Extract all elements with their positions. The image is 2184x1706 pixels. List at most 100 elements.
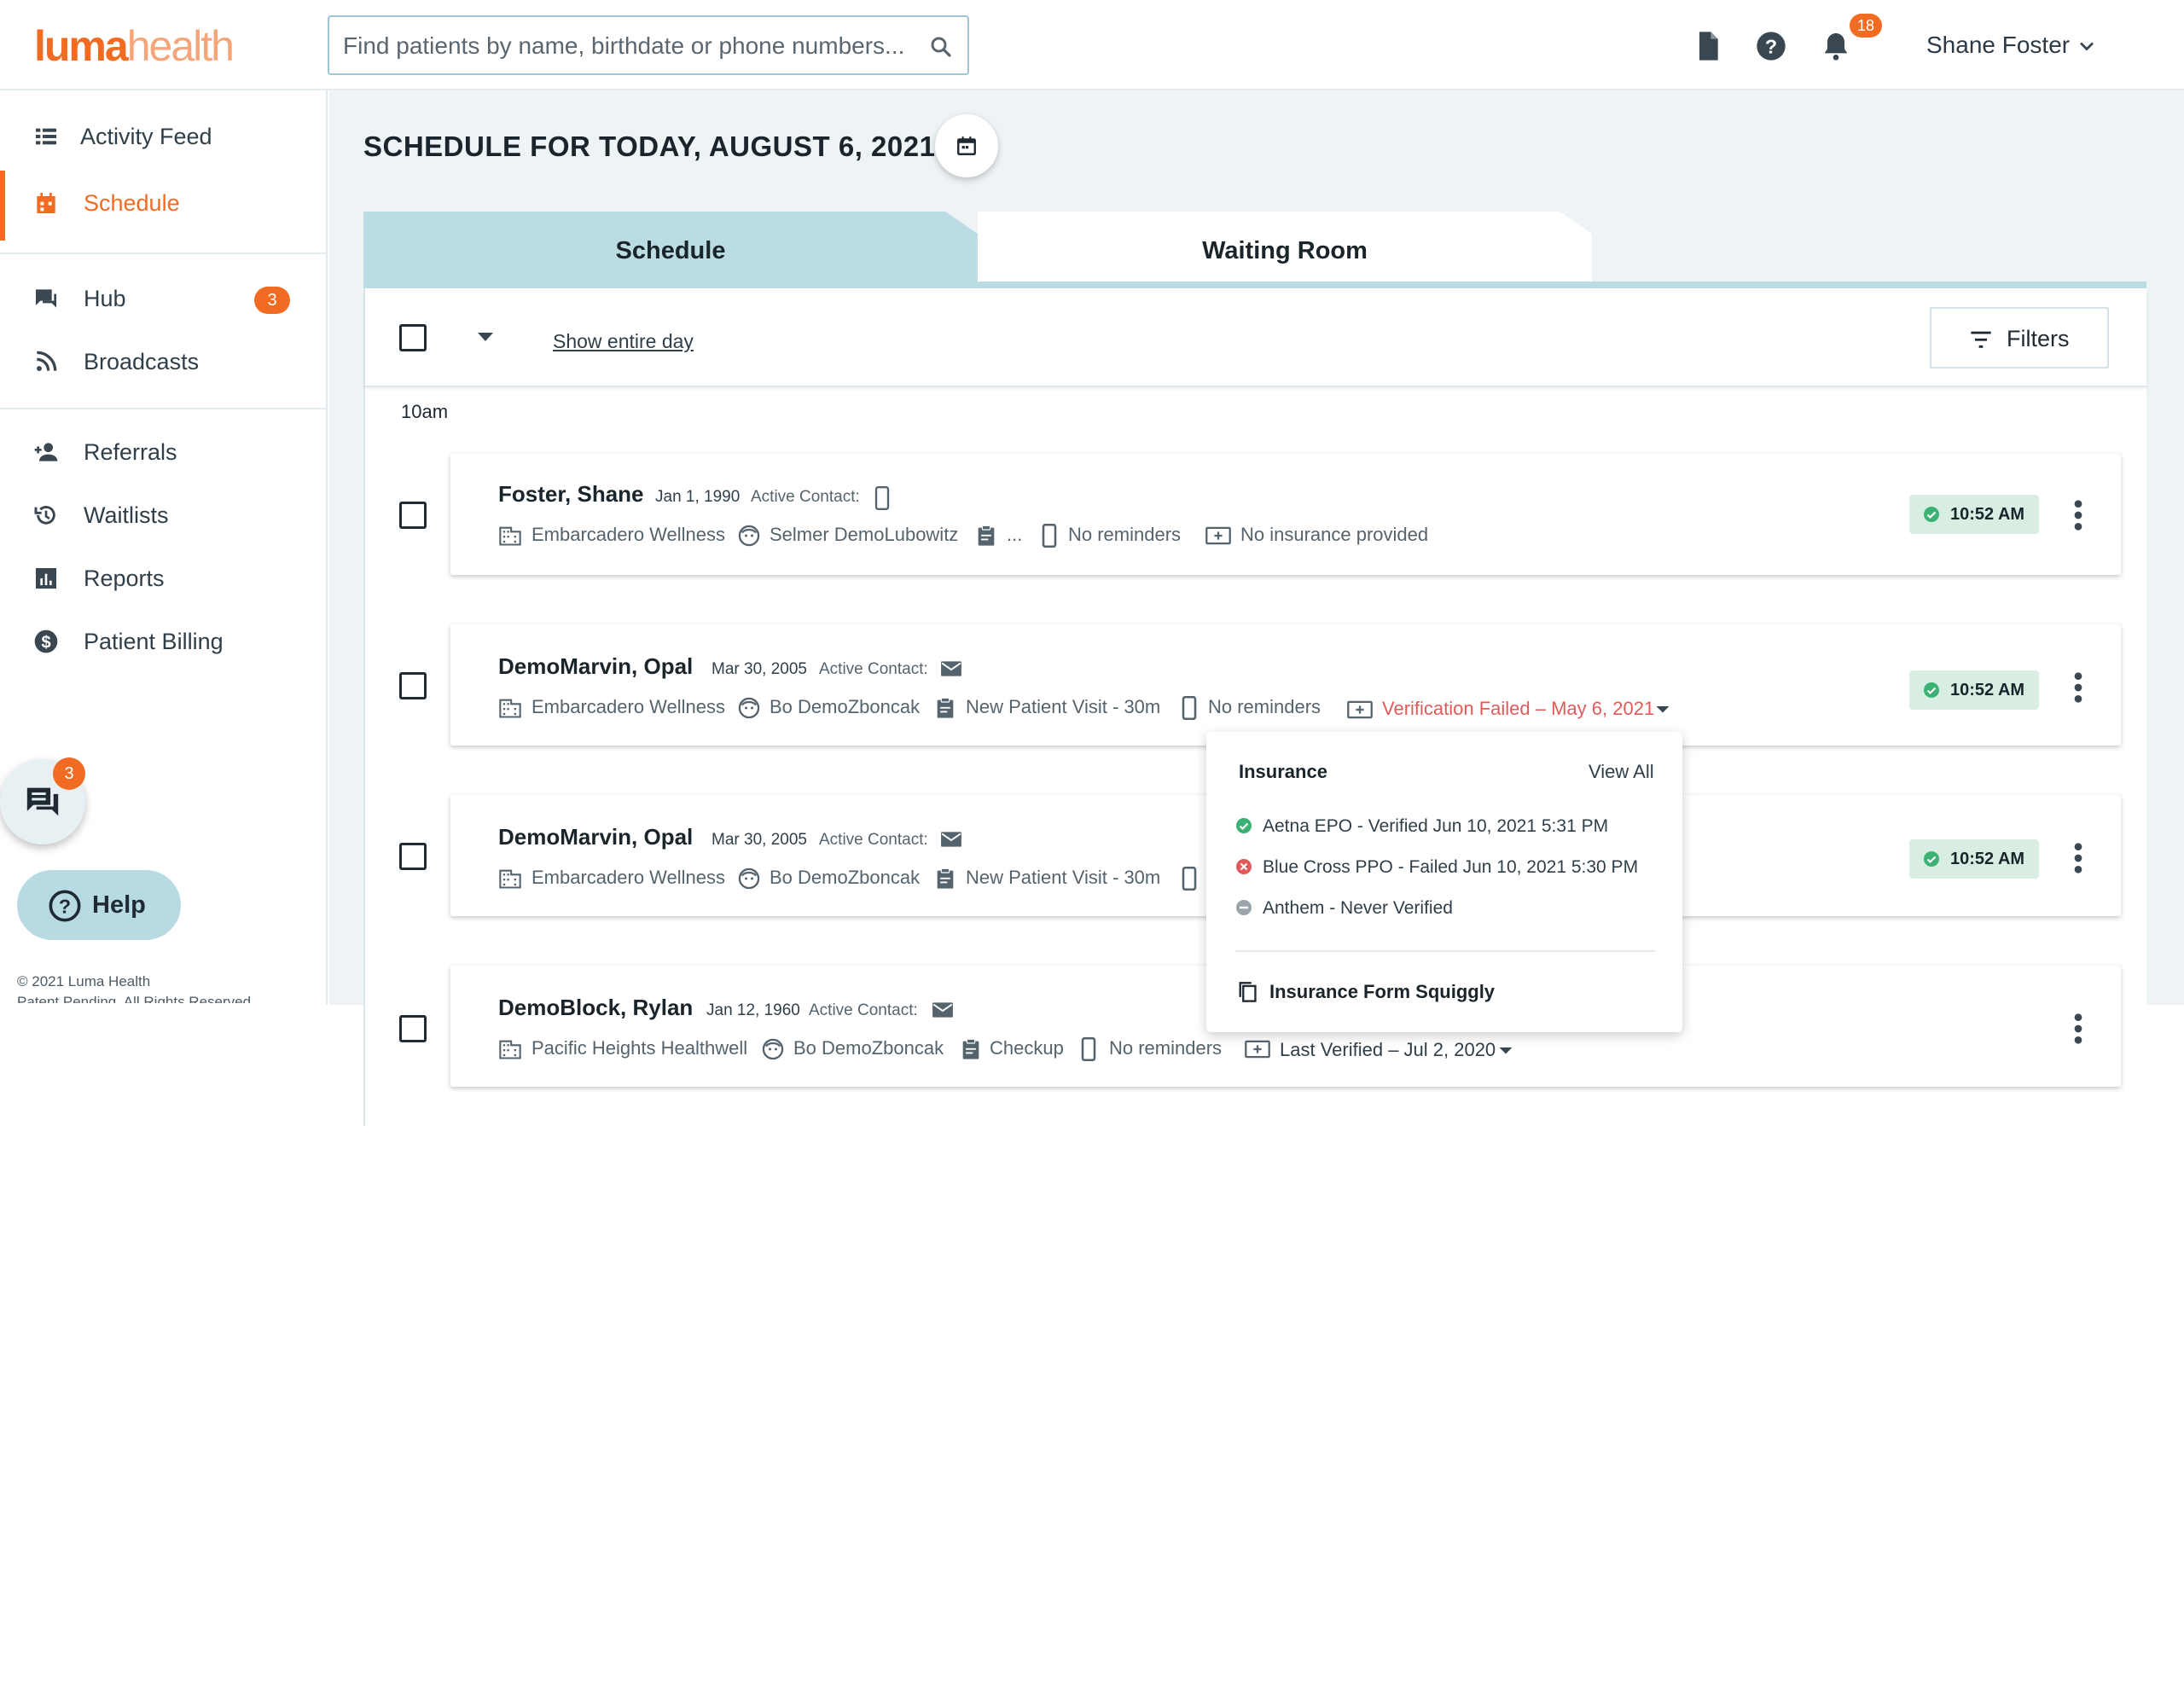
- verified-icon: [1236, 818, 1252, 833]
- appointment-card[interactable]: [450, 454, 2121, 575]
- check-circle-icon: [1924, 507, 1939, 522]
- more-options-icon[interactable]: [2068, 1012, 2088, 1046]
- logo-text-health: health: [126, 22, 235, 70]
- sidebar-item-broadcasts[interactable]: Broadcasts: [0, 329, 328, 391]
- visit-type: ...: [1007, 524, 1023, 545]
- patient-name[interactable]: DemoMarvin, Opal: [498, 822, 693, 851]
- bulk-actions-dropdown[interactable]: [478, 333, 493, 341]
- reminders-status: No reminders: [1068, 524, 1182, 545]
- user-menu-name[interactable]: Shane Foster: [1926, 29, 2070, 61]
- sidebar-item-patient-billing[interactable]: $ Patient Billing: [0, 609, 328, 670]
- insurance-item[interactable]: Anthem - Never Verified: [1263, 896, 1453, 921]
- provider-name: Bo DemoZboncak: [770, 867, 921, 888]
- insurance-status[interactable]: Last Verified – Jul 2, 2020: [1280, 1037, 1496, 1063]
- sidebar-item-label: Schedule: [84, 190, 180, 216]
- appointment-checkbox[interactable]: [399, 672, 427, 699]
- help-icon[interactable]: ?: [1754, 29, 1788, 63]
- appointment-checkbox[interactable]: [399, 1015, 427, 1042]
- appointment-checkbox[interactable]: [399, 502, 427, 529]
- help-label: Help: [92, 891, 146, 919]
- insurance-card-icon: [1347, 700, 1373, 719]
- sidebar-item-hub[interactable]: Hub 3: [0, 266, 328, 328]
- hub-badge: 3: [254, 287, 290, 314]
- check-circle-icon: [1924, 851, 1939, 867]
- filters-label: Filters: [2007, 326, 2070, 351]
- check-in-time-pill[interactable]: 10:52 AM: [1909, 670, 2039, 710]
- filters-button[interactable]: Filters: [1930, 307, 2109, 368]
- sidebar-item-waitlists[interactable]: Waitlists: [0, 483, 328, 544]
- reminders-status: No reminders: [1208, 696, 1321, 717]
- show-entire-day-link[interactable]: Show entire day: [553, 328, 694, 355]
- dollar-icon: $: [34, 630, 58, 653]
- active-contact-label: Active Contact:: [809, 1001, 918, 1019]
- provider-name: Bo DemoZboncak: [793, 1037, 944, 1059]
- svg-text:$: $: [41, 633, 50, 652]
- insurance-form-link[interactable]: Insurance Form Squiggly: [1269, 979, 1495, 1005]
- facility-name: Pacific Heights Healthwell: [531, 1037, 748, 1059]
- luma-health-logo[interactable]: lumahealth: [34, 22, 235, 70]
- more-options-icon[interactable]: [2068, 498, 2088, 532]
- check-in-time-pill[interactable]: 10:52 AM: [1909, 839, 2039, 879]
- appointment-checkbox[interactable]: [399, 843, 427, 870]
- active-contact-label: Active Contact:: [819, 660, 928, 678]
- never-verified-icon: [1236, 900, 1252, 915]
- patient-name[interactable]: Foster, Shane: [498, 479, 644, 508]
- document-icon[interactable]: [1691, 29, 1725, 63]
- notification-badge: 18: [1850, 14, 1882, 38]
- insurance-item[interactable]: Blue Cross PPO - Failed Jun 10, 2021 5:3…: [1263, 855, 1638, 880]
- insurance-status: No insurance provided: [1240, 524, 1429, 545]
- building-icon: [499, 699, 521, 718]
- clipboard-icon: [978, 525, 995, 546]
- provider-icon: [738, 868, 760, 890]
- patient-name[interactable]: DemoBlock, Rylan: [498, 993, 693, 1022]
- add-person-icon: [34, 443, 58, 461]
- calendar-icon: [957, 136, 976, 155]
- facility-name: Embarcadero Wellness: [531, 524, 726, 545]
- patient-name[interactable]: DemoMarvin, Opal: [498, 652, 693, 681]
- popover-divider: [1235, 950, 1655, 952]
- clipboard-icon: [962, 1038, 979, 1059]
- help-button[interactable]: ? Help: [17, 870, 181, 940]
- tab-schedule[interactable]: Schedule: [363, 212, 978, 290]
- sidebar-item-schedule[interactable]: Schedule: [0, 171, 328, 241]
- check-in-time: 10:52 AM: [1950, 505, 2025, 524]
- caret-down-icon[interactable]: [1655, 701, 1670, 717]
- sidebar-item-label: Referrals: [84, 439, 177, 465]
- check-in-time: 10:52 AM: [1950, 850, 2025, 868]
- filter-icon: [1971, 331, 1991, 348]
- visit-type: Checkup: [990, 1037, 1064, 1059]
- sidebar-item-activity-feed[interactable]: Activity Feed: [0, 104, 328, 165]
- facility-name: Embarcadero Wellness: [531, 867, 726, 888]
- more-options-icon[interactable]: [2068, 670, 2088, 705]
- chevron-down-icon[interactable]: [2075, 34, 2099, 58]
- check-in-time-pill[interactable]: 10:52 AM: [1909, 495, 2039, 534]
- sidebar-item-referrals[interactable]: Referrals: [0, 420, 328, 481]
- date-picker-button[interactable]: [935, 114, 998, 177]
- sidebar-item-reports[interactable]: Reports: [0, 546, 328, 607]
- search-icon[interactable]: [928, 34, 954, 60]
- svg-text:?: ?: [1765, 35, 1777, 57]
- select-all-checkbox[interactable]: [399, 324, 427, 351]
- phone-icon: [1182, 867, 1197, 891]
- active-contact-label: Active Contact:: [751, 488, 860, 506]
- insurance-status-failed[interactable]: Verification Failed – May 6, 2021: [1382, 696, 1654, 722]
- provider-icon: [738, 525, 760, 547]
- appointment-card[interactable]: [450, 624, 2121, 746]
- tab-waiting-room[interactable]: Waiting Room: [978, 212, 1592, 290]
- reminders-status: No reminders: [1109, 1037, 1223, 1059]
- caret-down-icon[interactable]: [1498, 1042, 1513, 1058]
- copyright-text: © 2021 Luma Health: [17, 973, 151, 989]
- phone-icon: [1182, 696, 1197, 720]
- failed-icon: [1236, 859, 1252, 874]
- more-options-icon[interactable]: [2068, 841, 2088, 875]
- bell-icon[interactable]: [1819, 29, 1853, 63]
- phone-icon: [1081, 1037, 1096, 1061]
- building-icon: [499, 1040, 521, 1059]
- insurance-popover-title: Insurance: [1239, 761, 1327, 782]
- view-all-link[interactable]: View All: [1589, 759, 1654, 785]
- provider-name: Bo DemoZboncak: [770, 696, 921, 717]
- search-input[interactable]: [343, 27, 906, 65]
- sidebar-divider: [0, 252, 328, 254]
- insurance-item[interactable]: Aetna EPO - Verified Jun 10, 2021 5:31 P…: [1263, 814, 1608, 839]
- sidebar-item-label: Hub: [84, 286, 126, 311]
